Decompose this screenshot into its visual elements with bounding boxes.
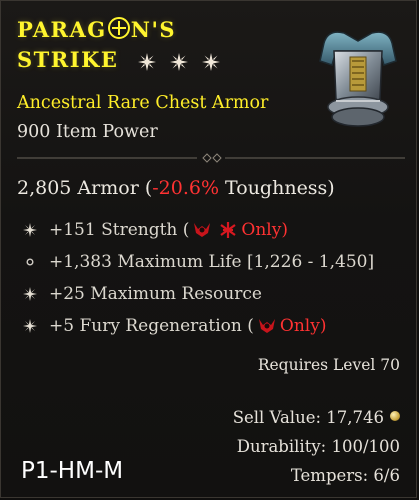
title-glyph-icon — [107, 17, 130, 39]
section-divider — [17, 153, 405, 163]
affix-row: +151 Strength ( Only) — [23, 214, 403, 246]
required-level: Requires Level 70 — [257, 356, 400, 374]
enchant-star-icon — [138, 52, 157, 71]
item-name: PARAG N'S Strike — [17, 15, 221, 75]
greater-affix-star-icon — [23, 319, 37, 333]
affix-row: +25 Maximum Resource — [23, 278, 403, 310]
toughness-delta: -20.6% — [152, 177, 220, 199]
item-type-label: Ancestral Rare Chest Armor — [17, 93, 269, 113]
item-name-line-2: Strike — [17, 47, 119, 72]
affix-text: +1,383 Maximum Life [1,226 - 1,450] — [49, 252, 375, 272]
affix-list: +151 Strength ( Only) +1,383 Maximum Lif… — [23, 214, 403, 342]
enchant-star-icon — [170, 52, 189, 71]
class-restriction: Only) — [241, 220, 288, 240]
sell-value: Sell Value: 17,746 — [232, 408, 384, 427]
barbarian-icon — [194, 223, 211, 237]
class-restriction: Only) — [279, 316, 327, 336]
armor-stat: 2,805 Armor (-20.6% Toughness) — [17, 177, 335, 199]
affix-row: +5 Fury Regeneration ( Only) — [23, 310, 403, 342]
build-tag-label: P1-HM-M — [21, 458, 124, 484]
affix-dot-icon — [26, 258, 34, 266]
toughness-label: Toughness) — [219, 177, 335, 199]
tempers: Tempers: 6/6 — [290, 466, 400, 485]
greater-affix-star-icon — [23, 287, 37, 301]
item-power-label: 900 Item Power — [17, 122, 158, 142]
item-footer: Sell Value: 17,746 Durability: 100/100 T… — [233, 403, 400, 490]
enchant-star-icon — [202, 52, 221, 71]
armor-value: 2,805 Armor ( — [17, 177, 153, 199]
barbarian-icon — [258, 319, 275, 333]
druid-icon — [220, 222, 237, 238]
affix-row: +1,383 Maximum Life [1,226 - 1,450] — [23, 246, 403, 278]
greater-affix-star-icon — [23, 223, 37, 237]
affix-text: +5 Fury Regeneration ( — [49, 316, 254, 336]
affix-text: +25 Maximum Resource — [49, 284, 262, 304]
chest-armor-icon — [319, 31, 397, 127]
durability: Durability: 100/100 — [236, 437, 400, 456]
item-name-line-1-tail: N'S — [130, 17, 177, 42]
item-tooltip: PARAG N'S Strike Ancestral Rare Che — [0, 0, 417, 498]
item-name-line-1: PARAG — [17, 17, 107, 42]
sell-value-row: Sell Value: 17,746 — [233, 403, 400, 432]
enchant-stars — [137, 52, 221, 72]
affix-text: +151 Strength ( — [49, 220, 190, 240]
gold-coin-icon — [390, 411, 400, 421]
